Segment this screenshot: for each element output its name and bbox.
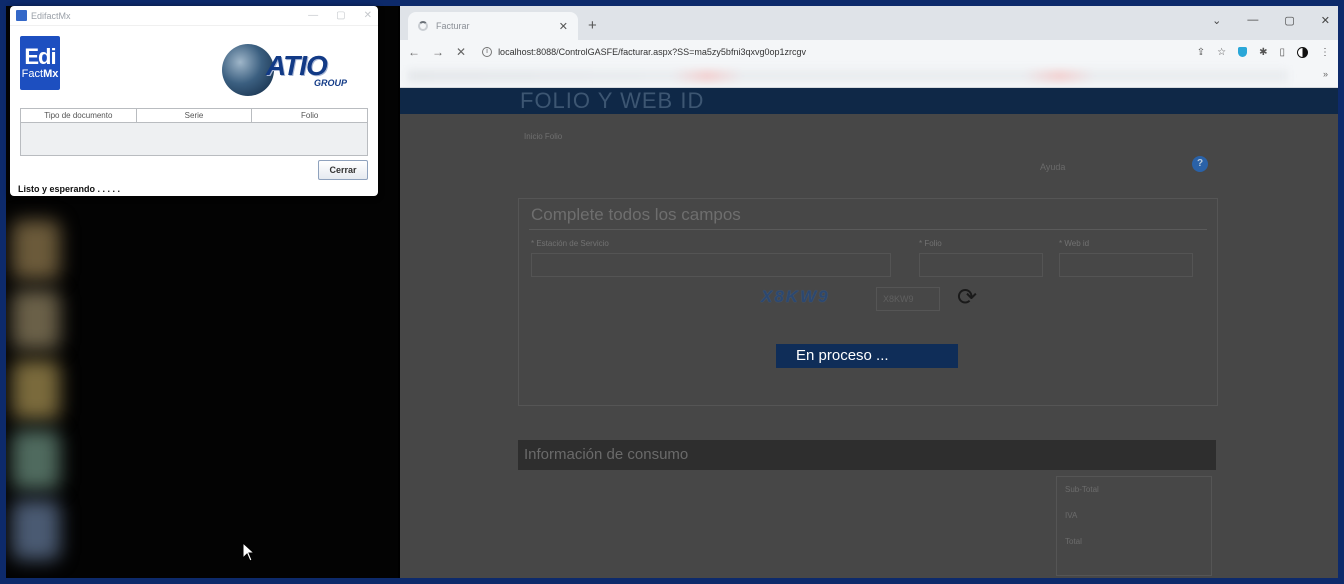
- webid-field[interactable]: [1059, 253, 1193, 277]
- help-link[interactable]: Ayuda: [1040, 162, 1065, 172]
- edifactmx-logo: Edi FactMx: [20, 36, 60, 90]
- browser-toolbar: ← → ✕ i localhost:8088/ControlGASFE/fact…: [400, 40, 1338, 64]
- loading-spinner-icon: [418, 21, 428, 31]
- desktop-icon[interactable]: [12, 360, 60, 420]
- new-tab-icon[interactable]: +: [588, 17, 597, 34]
- menu-icon[interactable]: ⋮: [1320, 47, 1330, 58]
- documents-table[interactable]: Tipo de documento Serie Folio: [20, 108, 368, 156]
- tab-facturar[interactable]: Facturar ✕: [408, 12, 578, 40]
- subtotal-label: Sub-Total: [1065, 485, 1099, 494]
- url-text: localhost:8088/ControlGASFE/facturar.asp…: [498, 47, 806, 57]
- page-content: FOLIO Y WEB ID Inicio Folio Ayuda ? Comp…: [400, 88, 1338, 578]
- stop-icon[interactable]: ✕: [456, 45, 466, 59]
- bookmarks-bar: »: [400, 64, 1338, 88]
- mouse-cursor-icon: [242, 542, 256, 562]
- sidepanel-icon[interactable]: ▯: [1279, 47, 1285, 58]
- minimize-icon[interactable]: —: [1247, 14, 1258, 27]
- folio-field[interactable]: [919, 253, 1043, 277]
- panel-title: Complete todos los campos: [531, 205, 741, 224]
- close-button[interactable]: Cerrar: [318, 160, 368, 180]
- page-title: FOLIO Y WEB ID: [400, 88, 1338, 114]
- puzzle-icon[interactable]: ✱: [1259, 47, 1267, 58]
- info-icon[interactable]: i: [482, 47, 493, 57]
- dark-mode-icon[interactable]: [1297, 46, 1308, 58]
- logo-text: Mx: [43, 68, 59, 80]
- close-tab-icon[interactable]: ✕: [559, 20, 568, 33]
- section-header: Información de consumo: [518, 440, 1216, 470]
- refresh-captcha-icon[interactable]: ⟳: [957, 283, 977, 312]
- edifactmx-window: EdifactMx — ▢ ✕ Edi FactMx ATIO GROUP Ti…: [10, 6, 378, 196]
- desktop-icon[interactable]: [12, 290, 60, 350]
- status-text: Listo y esperando . . . . .: [18, 184, 121, 194]
- breadcrumb[interactable]: Inicio Folio: [524, 132, 562, 141]
- bookmarks-blurred: [408, 70, 1288, 82]
- column-header[interactable]: Tipo de documento: [21, 109, 137, 122]
- atio-group-logo: ATIO GROUP: [222, 40, 372, 96]
- desktop-icon[interactable]: [12, 220, 60, 280]
- forward-icon[interactable]: →: [432, 45, 444, 59]
- back-icon[interactable]: ←: [408, 45, 420, 59]
- browser-window: Facturar ✕ + ⌄ — ▢ ✕ ← → ✕ i localhost:8…: [400, 6, 1338, 578]
- divider: [529, 229, 1207, 230]
- desktop-icon[interactable]: [12, 430, 60, 490]
- column-header[interactable]: Serie: [137, 109, 253, 122]
- logo-text: Fact: [21, 68, 44, 80]
- desktop-icon[interactable]: [12, 500, 60, 560]
- address-bar[interactable]: i localhost:8088/ControlGASFE/facturar.a…: [482, 47, 806, 57]
- maximize-icon[interactable]: ▢: [336, 10, 345, 21]
- shield-extension-icon[interactable]: [1238, 47, 1248, 57]
- folio-label: * Folio: [919, 239, 942, 248]
- tab-bar: Facturar ✕ + ⌄ — ▢ ✕: [400, 6, 1338, 40]
- logo-text: Edi: [24, 44, 56, 69]
- app-icon: [16, 10, 27, 21]
- star-icon[interactable]: ☆: [1217, 47, 1226, 58]
- help-icon[interactable]: ?: [1192, 156, 1208, 172]
- processing-indicator: En proceso ...: [776, 344, 958, 368]
- estacion-field[interactable]: [531, 253, 891, 277]
- totals-box: Sub-Total IVA Total: [1056, 476, 1212, 576]
- minimize-icon[interactable]: —: [308, 10, 318, 21]
- form-panel: Complete todos los campos * Estación de …: [518, 198, 1218, 406]
- estacion-label: * Estación de Servicio: [531, 239, 609, 248]
- close-icon[interactable]: ✕: [1321, 14, 1330, 27]
- close-icon[interactable]: ✕: [364, 10, 372, 21]
- edi-titlebar: EdifactMx — ▢ ✕: [10, 6, 378, 26]
- webid-label: * Web id: [1059, 239, 1090, 248]
- more-bookmarks-icon[interactable]: »: [1323, 69, 1328, 79]
- column-header[interactable]: Folio: [252, 109, 367, 122]
- tab-search-icon[interactable]: ⌄: [1212, 14, 1221, 27]
- tab-title: Facturar: [436, 21, 470, 31]
- maximize-icon[interactable]: ▢: [1284, 14, 1294, 27]
- edi-title: EdifactMx: [31, 10, 71, 21]
- table-header: Tipo de documento Serie Folio: [21, 109, 367, 123]
- captcha-input[interactable]: X8KW9: [876, 287, 940, 311]
- logo-text: GROUP: [314, 78, 348, 88]
- total-label: Total: [1065, 537, 1082, 546]
- share-icon[interactable]: ⇪: [1197, 47, 1205, 58]
- captcha-image: X8KW9: [761, 287, 830, 306]
- iva-label: IVA: [1065, 511, 1078, 520]
